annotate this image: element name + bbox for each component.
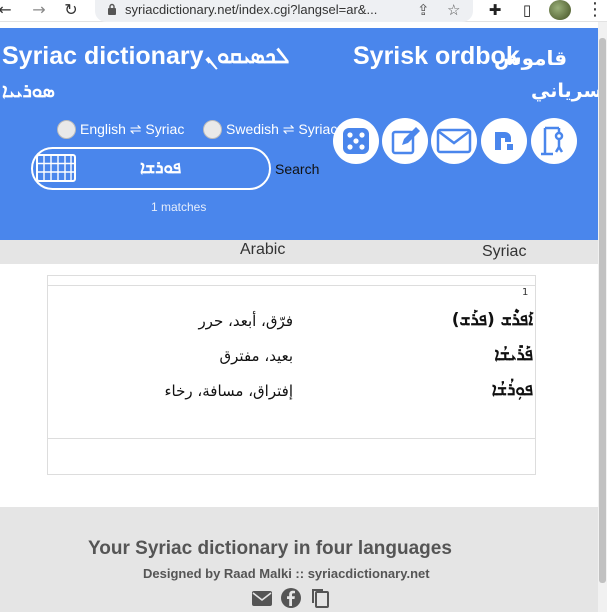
column-syriac: Syriac: [482, 243, 527, 260]
url-text: syriacdictionary.net/index.cgi?langsel=a…: [125, 2, 378, 17]
divider: [48, 285, 535, 286]
search-input[interactable]: ܦܘܪܫܐ: [140, 158, 181, 178]
hangman-icon: [541, 126, 564, 156]
radio-dot[interactable]: [203, 120, 222, 139]
letter-tile-icon: [495, 132, 513, 150]
edit-icon: [391, 127, 420, 155]
hangman-game-button[interactable]: [531, 118, 577, 164]
footer-credit: Designed by Raad Malki :: syriacdictiona…: [143, 566, 430, 581]
title-english: Syriac dictionary: [2, 42, 204, 70]
lock-icon: [108, 3, 116, 15]
edit-button[interactable]: [382, 118, 428, 164]
random-word-button[interactable]: [333, 118, 379, 164]
side-panel-icon[interactable]: ▯: [516, 0, 538, 22]
profile-avatar[interactable]: [549, 0, 571, 20]
match-count: 1 matches: [151, 200, 207, 214]
dice-icon: [343, 128, 369, 154]
column-arabic: Arabic: [240, 241, 286, 258]
bookmark-star-icon[interactable]: ☆: [447, 1, 460, 21]
extensions-icon[interactable]: ✚: [484, 0, 506, 22]
forward-icon[interactable]: →: [28, 0, 50, 22]
menu-icon[interactable]: ⋮: [586, 0, 604, 20]
share-icon[interactable]: ⇪: [417, 1, 430, 21]
divider: [48, 438, 535, 439]
title-syriac-line2: ܣܘܪܝܝܐ: [2, 80, 55, 102]
radio-english-syriac[interactable]: English ⇌ Syriac: [57, 120, 184, 139]
letter-tile-button[interactable]: [481, 118, 527, 164]
radio-label: Swedish ⇌ Syriac: [226, 121, 338, 137]
facebook-icon[interactable]: [280, 587, 302, 609]
search-button[interactable]: Search: [275, 161, 319, 177]
keyboard-icon[interactable]: [36, 154, 76, 182]
radio-label: English ⇌ Syriac: [80, 121, 185, 137]
mail-button[interactable]: [431, 118, 477, 164]
back-icon[interactable]: ←: [0, 0, 16, 22]
radio-dot[interactable]: [57, 120, 76, 139]
radio-swedish-syriac[interactable]: Swedish ⇌ Syriac: [203, 120, 337, 139]
footer-title: Your Syriac dictionary in four languages: [88, 538, 452, 559]
table-row-arabic: إفتراق، مسافة، رخاء: [164, 382, 293, 400]
site-footer: Your Syriac dictionary in four languages…: [0, 507, 598, 612]
title-syriac: ܠܟܣܝܩܘܢ: [205, 44, 290, 69]
results-table: 1 ܐܰܦܪܶܫ (ܦܪܰܫ) فرّق، أبعد، حرر ܦܰܪܺܝܫܳܐ…: [47, 275, 536, 475]
email-icon[interactable]: [251, 587, 273, 609]
scrollbar-thumb[interactable]: [599, 38, 606, 583]
site-header: Syriac dictionary ܠܟܣܝܩܘܢ ܣܘܪܝܝܐ Syrisk …: [0, 28, 602, 240]
table-row-syriac[interactable]: ܐܰܦܪܶܫ (ܦܪܰܫ): [383, 310, 533, 330]
title-arabic-line2: سرياني: [531, 80, 603, 102]
mail-icon: [436, 128, 472, 154]
table-row-arabic: بعيد، مفترق: [219, 347, 293, 365]
table-row-syriac[interactable]: ܦܘܼܪܳܫܳܐ: [383, 380, 533, 400]
results-column-header: Arabic Syriac: [0, 240, 598, 264]
table-row-arabic: فرّق، أبعد، حرر: [198, 312, 293, 330]
result-number: 1: [522, 287, 529, 298]
browser-toolbar: ← → ↻ syriacdictionary.net/index.cgi?lan…: [0, 0, 607, 22]
title-arabic: قاموس: [494, 46, 568, 70]
address-bar[interactable]: syriacdictionary.net/index.cgi?langsel=a…: [95, 0, 473, 22]
page-scrollbar[interactable]: [598, 22, 607, 612]
copy-icon[interactable]: [309, 587, 331, 609]
table-row-syriac[interactable]: ܦܰܪܺܝܫܳܐ: [383, 345, 533, 365]
reload-icon[interactable]: ↻: [60, 0, 82, 22]
